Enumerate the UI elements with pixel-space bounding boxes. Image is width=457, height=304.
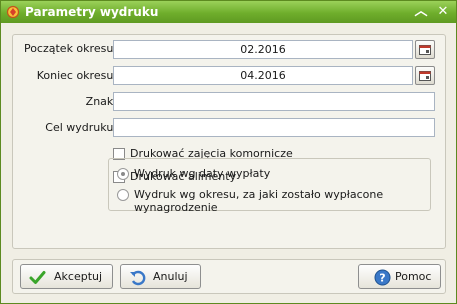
end-period-field[interactable]: 04.2016 xyxy=(113,66,413,85)
cancel-button-label: Anuluj xyxy=(153,270,188,283)
calendar-icon xyxy=(419,71,431,81)
end-period-label: Koniec okresu: xyxy=(36,69,117,82)
radio-by-salary-period-label[interactable]: Wydruk wg okresu, za jaki zostało wypłac… xyxy=(134,188,430,214)
dialog-window: Parametry wydruku ︿ ✕ Początek okresu: 0… xyxy=(0,0,457,304)
app-icon xyxy=(6,5,20,19)
help-button[interactable]: ? Pomoc xyxy=(358,264,441,289)
sign-label: Znak: xyxy=(85,95,117,108)
title-bar[interactable]: Parametry wydruku ︿ ✕ xyxy=(1,1,456,23)
minimize-icon[interactable]: ︿ xyxy=(413,4,429,20)
svg-text:?: ? xyxy=(379,272,385,285)
radio-by-payment-date-label[interactable]: Wydruk wg daty wypłaty xyxy=(134,167,270,180)
radio-by-payment-date[interactable] xyxy=(117,168,129,180)
form-panel: Początek okresu: 02.2016 Koniec okresu: … xyxy=(12,34,446,249)
button-bar: Akceptuj Anuluj ? Pomoc xyxy=(12,259,446,294)
help-button-label: Pomoc xyxy=(395,270,432,283)
radio-by-salary-period[interactable] xyxy=(117,189,129,201)
close-icon[interactable]: ✕ xyxy=(435,4,451,20)
window-title: Parametry wydruku xyxy=(25,5,159,19)
purpose-label: Cel wydruku: xyxy=(45,121,117,134)
print-mode-group: Wydruk wg daty wypłaty Wydruk wg okresu,… xyxy=(108,158,431,214)
cancel-button[interactable]: Anuluj xyxy=(120,264,201,289)
help-icon: ? xyxy=(374,269,391,286)
undo-icon xyxy=(130,270,146,286)
purpose-field[interactable] xyxy=(113,118,435,137)
checkmark-icon xyxy=(29,271,46,284)
start-period-field[interactable]: 02.2016 xyxy=(113,40,413,59)
end-calendar-button[interactable] xyxy=(415,66,435,85)
sign-field[interactable] xyxy=(113,92,435,111)
accept-button[interactable]: Akceptuj xyxy=(20,264,113,289)
start-calendar-button[interactable] xyxy=(415,40,435,59)
accept-button-label: Akceptuj xyxy=(54,270,103,283)
calendar-icon xyxy=(419,45,431,55)
start-period-label: Początek okresu: xyxy=(23,42,117,55)
